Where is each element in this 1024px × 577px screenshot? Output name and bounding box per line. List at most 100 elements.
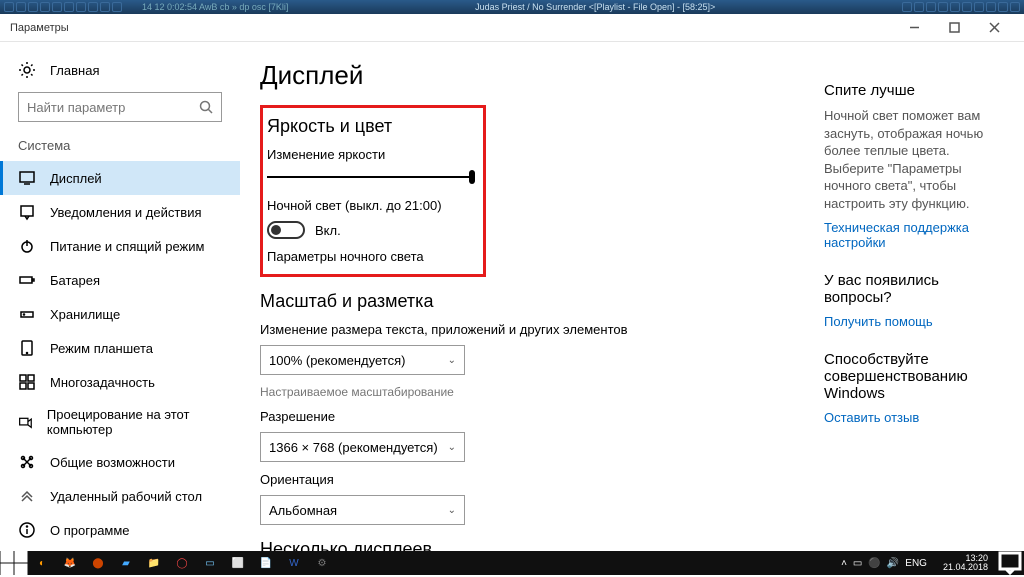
custom-scale-link[interactable]: Настраиваемое масштабирование xyxy=(260,385,800,399)
start-button[interactable] xyxy=(0,551,28,575)
sidebar-item-label: Питание и спящий режим xyxy=(50,239,204,254)
system-tray[interactable]: ˄ ▭ ⚫ 🔊 ENG xyxy=(833,558,935,569)
taskbar-clock[interactable]: 13:20 21.04.2018 xyxy=(935,554,996,572)
sidebar-item-label: Многозадачность xyxy=(50,375,155,390)
orientation-label: Ориентация xyxy=(260,472,800,487)
storage-icon xyxy=(18,305,36,323)
player-track-title: Judas Priest / No Surrender <[Playlist -… xyxy=(475,2,715,12)
player-controls-left[interactable] xyxy=(4,2,122,12)
sidebar-item-power[interactable]: Питание и спящий режим xyxy=(0,229,240,263)
sidebar-group-label: Система xyxy=(0,138,240,161)
chevron-down-icon: ⌄ xyxy=(448,505,456,516)
r1-link[interactable]: Техническая поддержка настройки xyxy=(824,220,1010,250)
taskbar-app-6[interactable]: ◯ xyxy=(168,551,196,575)
brightness-slider[interactable] xyxy=(267,170,475,184)
display-icon xyxy=(18,169,36,187)
home-label: Главная xyxy=(50,63,99,78)
tray-battery-icon[interactable]: ▭ xyxy=(853,558,862,569)
maximize-button[interactable] xyxy=(934,14,974,42)
resolution-value: 1366 × 768 (рекомендуется) xyxy=(269,440,438,455)
shared-icon xyxy=(18,453,36,471)
info-panel: Спите лучше Ночной свет поможет вам засн… xyxy=(824,42,1024,551)
sidebar-item-display[interactable]: Дисплей xyxy=(0,161,240,195)
scale-label: Изменение размера текста, приложений и д… xyxy=(260,322,800,337)
sidebar-item-remote[interactable]: Удаленный рабочий стол xyxy=(0,479,240,513)
sidebar-item-battery[interactable]: Батарея xyxy=(0,263,240,297)
brightness-label: Изменение яркости xyxy=(267,147,475,162)
section-scale: Масштаб и разметка xyxy=(260,291,800,312)
sidebar-item-shared[interactable]: Общие возможности xyxy=(0,445,240,479)
scale-combo[interactable]: 100% (рекомендуется) ⌄ xyxy=(260,345,465,375)
battery-icon xyxy=(18,271,36,289)
page-title: Дисплей xyxy=(260,60,800,91)
r3-title: Способствуйте совершенствованию Windows xyxy=(824,351,1010,402)
player-controls-right[interactable] xyxy=(902,2,1020,12)
tray-volume-icon[interactable]: 🔊 xyxy=(887,558,899,569)
sidebar-item-label: Режим планшета xyxy=(50,341,153,356)
taskbar-app-11[interactable]: ⚙ xyxy=(308,551,336,575)
r3-link[interactable]: Оставить отзыв xyxy=(824,410,1010,425)
main-panel: Дисплей Яркость и цвет Изменение яркости… xyxy=(240,42,824,551)
notifications-button[interactable] xyxy=(996,551,1024,575)
notify-icon xyxy=(18,203,36,221)
search-placeholder: Найти параметр xyxy=(27,100,125,115)
r2-title: У вас появились вопросы? xyxy=(824,272,1010,306)
r2-link[interactable]: Получить помощь xyxy=(824,314,1010,329)
sidebar-item-label: Удаленный рабочий стол xyxy=(50,489,202,504)
highlight-box: Яркость и цвет Изменение яркости Ночной … xyxy=(260,105,486,277)
taskbar: ◐ 🦊 ⬤ ▰ 📁 ◯ ▭ ⬜ 📄 W ⚙ ˄ ▭ ⚫ 🔊 ENG 13:20 … xyxy=(0,551,1024,575)
taskbar-app-8[interactable]: ⬜ xyxy=(224,551,252,575)
power-icon xyxy=(18,237,36,255)
taskbar-app-3[interactable]: ⬤ xyxy=(84,551,112,575)
taskbar-app-9[interactable]: 📄 xyxy=(252,551,280,575)
taskbar-app-1[interactable]: ◐ xyxy=(28,551,56,575)
sidebar-item-label: Проецирование на этот компьютер xyxy=(47,407,222,437)
multitask-icon xyxy=(18,373,36,391)
orientation-value: Альбомная xyxy=(269,503,337,518)
sidebar-item-storage[interactable]: Хранилище xyxy=(0,297,240,331)
tray-wifi-icon[interactable]: ⚫ xyxy=(868,558,880,569)
tablet-icon xyxy=(18,339,36,357)
r1-title: Спите лучше xyxy=(824,82,1010,99)
sidebar-item-notifications[interactable]: Уведомления и действия xyxy=(0,195,240,229)
sidebar-item-tablet[interactable]: Режим планшета xyxy=(0,331,240,365)
search-input[interactable]: Найти параметр xyxy=(18,92,222,122)
orientation-combo[interactable]: Альбомная ⌄ xyxy=(260,495,465,525)
project-icon xyxy=(18,413,33,431)
taskbar-app-2[interactable]: 🦊 xyxy=(56,551,84,575)
player-stats: 14 12 0:02:54 AwB cb » dp osc [7Kli] xyxy=(142,2,288,12)
toggle-state: Вкл. xyxy=(315,223,341,238)
resolution-label: Разрешение xyxy=(260,409,800,424)
sidebar-item-about[interactable]: О программе xyxy=(0,513,240,547)
section-multi: Несколько дисплеев xyxy=(260,539,800,551)
sidebar-item-multitask[interactable]: Многозадачность xyxy=(0,365,240,399)
sidebar-item-label: Дисплей xyxy=(50,171,102,186)
close-button[interactable] xyxy=(974,14,1014,42)
taskbar-app-5[interactable]: 📁 xyxy=(140,551,168,575)
resolution-combo[interactable]: 1366 × 768 (рекомендуется) ⌄ xyxy=(260,432,465,462)
about-icon xyxy=(18,521,36,539)
sidebar-item-label: Общие возможности xyxy=(50,455,175,470)
chevron-down-icon: ⌄ xyxy=(448,442,456,453)
sidebar-item-project[interactable]: Проецирование на этот компьютер xyxy=(0,399,240,445)
r1-body: Ночной свет поможет вам заснуть, отображ… xyxy=(824,107,1010,212)
sidebar: Главная Найти параметр Система Дисплей У… xyxy=(0,42,240,551)
clock-date: 21.04.2018 xyxy=(943,563,988,572)
tray-lang[interactable]: ENG xyxy=(905,558,927,569)
gear-icon xyxy=(18,61,36,79)
chevron-down-icon: ⌄ xyxy=(448,355,456,366)
taskbar-app-7[interactable]: ▭ xyxy=(196,551,224,575)
sidebar-item-label: Уведомления и действия xyxy=(50,205,202,220)
nightlight-toggle[interactable] xyxy=(267,221,305,239)
scale-value: 100% (рекомендуется) xyxy=(269,353,405,368)
minimize-button[interactable] xyxy=(894,14,934,42)
nightlight-settings-link[interactable]: Параметры ночного света xyxy=(267,249,475,264)
tray-chevron-icon[interactable]: ˄ xyxy=(841,558,847,569)
home-button[interactable]: Главная xyxy=(0,56,240,84)
nightlight-label: Ночной свет (выкл. до 21:00) xyxy=(267,198,475,213)
media-player-bar: 14 12 0:02:54 AwB cb » dp osc [7Kli] Jud… xyxy=(0,0,1024,14)
sidebar-item-label: Хранилище xyxy=(50,307,120,322)
section-brightness: Яркость и цвет xyxy=(267,116,475,137)
taskbar-app-10[interactable]: W xyxy=(280,551,308,575)
taskbar-app-4[interactable]: ▰ xyxy=(112,551,140,575)
